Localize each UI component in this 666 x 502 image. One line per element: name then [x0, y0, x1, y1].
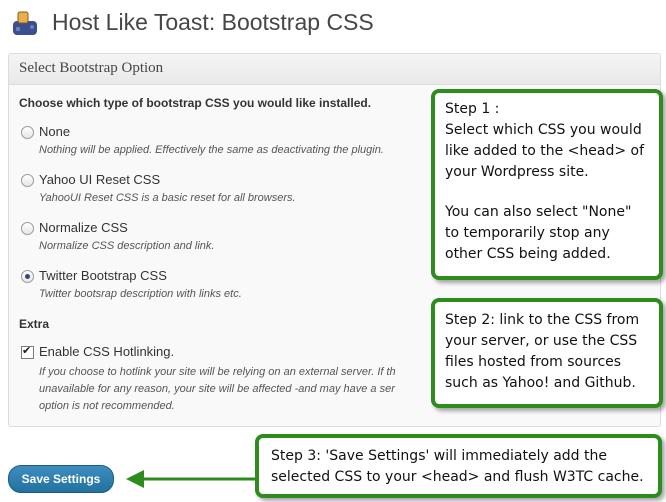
option-description: Twitter bootsrap description with links … — [39, 288, 242, 300]
hotlink-description-line: option is not recommended. — [39, 400, 175, 412]
option-description: Normalize CSS description and link. — [39, 240, 215, 252]
page-title: Host Like Toast: Bootstrap CSS — [52, 9, 374, 35]
bootstrap-question: Choose which type of bootstrap CSS you w… — [19, 96, 372, 110]
option-label[interactable]: Normalize CSS — [39, 220, 128, 235]
callout-text: Step 1 : — [445, 101, 500, 117]
callout-text: your Wordpress site. — [445, 164, 589, 180]
callout-text: You can also select "None" — [445, 204, 632, 220]
step1-callout: Step 1 : Select which CSS you would like… — [431, 89, 663, 280]
option-label[interactable]: Yahoo UI Reset CSS — [39, 172, 160, 187]
callout-text: like added to the <head> of — [445, 143, 645, 159]
hotlink-checkbox[interactable] — [21, 344, 34, 359]
radio-twitter-bootstrap[interactable] — [21, 270, 34, 283]
extra-heading: Extra — [19, 317, 50, 331]
option-label[interactable]: None — [39, 124, 70, 139]
toaster-icon — [13, 11, 37, 35]
hotlink-label[interactable]: Enable CSS Hotlinking. — [39, 344, 174, 359]
option-description: Nothing will be applied. Effectively the… — [39, 144, 384, 156]
radio-yahoo-reset[interactable] — [21, 174, 34, 187]
radio-normalize[interactable] — [21, 222, 34, 235]
hotlink-description: If you choose to hotlink your site will … — [39, 364, 459, 415]
step3-callout: Step 3: 'Save Settings' will immediately… — [255, 434, 662, 498]
callout-text: Select which CSS you would — [445, 122, 642, 138]
panel-header: Select Bootstrap Option — [9, 54, 660, 85]
callout-text: selected CSS to your <head> and flush W3… — [271, 469, 644, 485]
option-label[interactable]: Twitter Bootstrap CSS — [39, 268, 167, 283]
radio-none[interactable] — [21, 126, 34, 139]
option-description: YahooUI Reset CSS is a basic reset for a… — [39, 192, 296, 204]
arrow-left-icon — [126, 470, 256, 488]
callout-text: your server, or use the CSS — [445, 333, 638, 349]
hotlink-description-line: If you choose to hotlink your site will … — [39, 366, 396, 378]
callout-text: other CSS being added. — [445, 246, 611, 262]
step2-callout: Step 2: link to the CSS from your server… — [431, 298, 663, 408]
callout-text: such as Yahoo! and Github. — [445, 375, 636, 391]
save-settings-button[interactable]: Save Settings — [8, 465, 114, 493]
hotlink-description-line: unavailable for any reason, your site wi… — [39, 383, 395, 395]
panel-title: Select Bootstrap Option — [19, 60, 164, 76]
callout-text: Step 3: 'Save Settings' will immediately… — [271, 448, 607, 464]
callout-text: to temporarily stop any — [445, 225, 610, 241]
callout-text: files hosted from sources — [445, 354, 622, 370]
callout-text: Step 2: link to the CSS from — [445, 312, 640, 328]
